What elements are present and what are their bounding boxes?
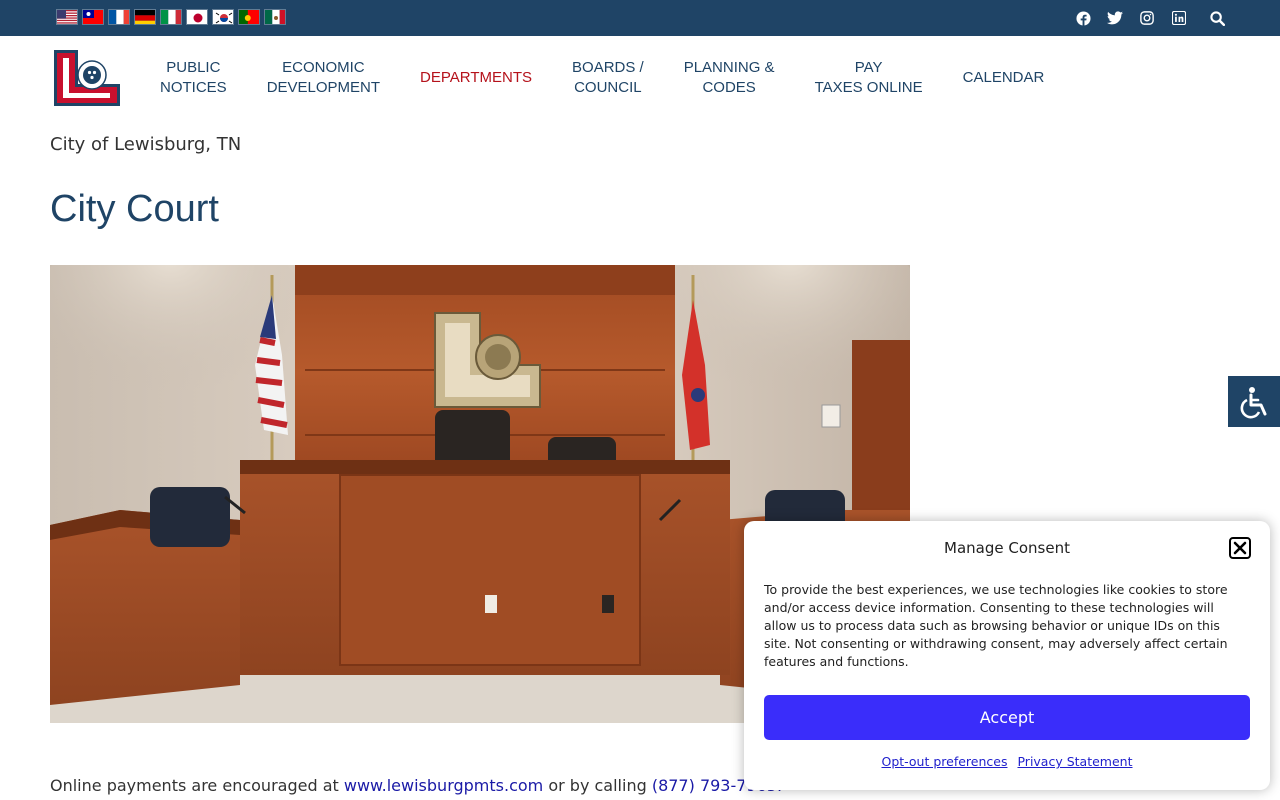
linkedin-icon[interactable] — [1170, 9, 1188, 27]
privacy-statement-link[interactable]: Privacy Statement — [1017, 754, 1132, 769]
page-title: City Court — [50, 188, 219, 230]
close-icon[interactable] — [1229, 537, 1251, 559]
payment-text-prefix: Online payments are encouraged at — [50, 776, 344, 795]
flag-france-icon[interactable] — [108, 9, 130, 25]
site-name: City of Lewisburg, TN — [50, 134, 242, 155]
nav-departments[interactable]: DEPARTMENTS — [400, 68, 552, 88]
nav-economic-development[interactable]: ECONOMIC DEVELOPMENT — [247, 58, 400, 98]
accessibility-button[interactable] — [1228, 376, 1280, 427]
nav-planning-codes[interactable]: PLANNING & CODES — [664, 58, 795, 98]
main-nav: PUBLIC NOTICES ECONOMIC DEVELOPMENT DEPA… — [140, 58, 1064, 98]
nav-pay-taxes-online[interactable]: PAY TAXES ONLINE — [795, 58, 943, 98]
search-icon[interactable] — [1208, 9, 1226, 27]
consent-dialog: Manage Consent To provide the best exper… — [744, 521, 1270, 790]
payment-paragraph: Online payments are encouraged at www.le… — [50, 776, 782, 795]
flag-italy-icon[interactable] — [160, 9, 182, 25]
flag-taiwan-icon[interactable] — [82, 9, 104, 25]
consent-links: Opt-out preferences Privacy Statement — [744, 754, 1270, 769]
consent-text: To provide the best experiences, we use … — [764, 582, 1228, 669]
accept-button[interactable]: Accept — [764, 695, 1250, 740]
flag-japan-icon[interactable] — [186, 9, 208, 25]
city-logo[interactable] — [52, 48, 122, 108]
language-flags — [56, 9, 286, 25]
flag-korea-icon[interactable] — [212, 9, 234, 25]
instagram-icon[interactable] — [1138, 9, 1156, 27]
nav-calendar[interactable]: CALENDAR — [943, 68, 1065, 88]
twitter-icon[interactable] — [1106, 9, 1124, 27]
flag-germany-icon[interactable] — [134, 9, 156, 25]
opt-out-preferences-link[interactable]: Opt-out preferences — [881, 754, 1007, 769]
flag-mexico-icon[interactable] — [264, 9, 286, 25]
nav-public-notices[interactable]: PUBLIC NOTICES — [140, 58, 247, 98]
payment-text-middle: or by calling — [543, 776, 652, 795]
wheelchair-icon — [1240, 386, 1267, 418]
flag-portugal-icon[interactable] — [238, 9, 260, 25]
payment-link[interactable]: www.lewisburgpmts.com — [344, 776, 543, 795]
consent-title: Manage Consent — [944, 539, 1070, 557]
flag-us-icon[interactable] — [56, 9, 78, 25]
facebook-icon[interactable] — [1074, 9, 1092, 27]
social-links — [1074, 9, 1226, 27]
top-bar — [0, 0, 1280, 36]
nav-boards-council[interactable]: BOARDS / COUNCIL — [552, 58, 664, 98]
